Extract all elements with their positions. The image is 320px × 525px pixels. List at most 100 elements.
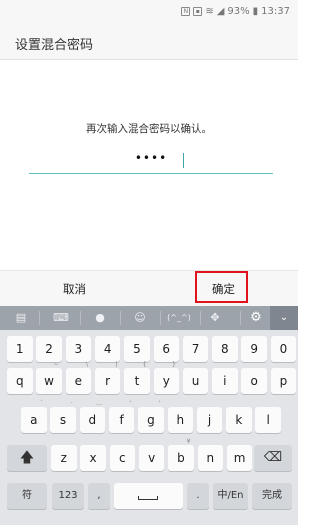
key-label: z: [60, 451, 67, 465]
key-4[interactable]: 4: [94, 336, 121, 362]
key-label: x: [89, 451, 97, 465]
move-cursor-icon[interactable]: ✥: [206, 309, 224, 327]
password-field[interactable]: ••••: [29, 150, 273, 174]
key-label: 123: [58, 490, 78, 501]
key-j[interactable]: j: [196, 407, 223, 433]
shift-key[interactable]: 🡅: [7, 445, 47, 471]
period-key[interactable]: .: [187, 483, 209, 509]
key-6[interactable]: 6: [153, 336, 179, 362]
key-label: j: [207, 413, 212, 427]
key-s[interactable]: s ·: [50, 399, 76, 433]
symbols-key[interactable]: 符: [7, 483, 47, 509]
status-icons: N ▪ ≋ ◢ 93% ▮ 13:37: [181, 6, 290, 17]
key-g[interactable]: g ': [138, 399, 164, 433]
status-bar: N ▪ ≋ ◢ 93% ▮ 13:37: [0, 0, 298, 24]
key-label: f: [119, 413, 124, 427]
toolbar-divider: [160, 311, 161, 325]
sim-icon: ▪: [193, 7, 203, 16]
backspace-icon: ⌫: [263, 450, 283, 465]
toolbar-divider: [240, 311, 241, 325]
done-key[interactable]: 完成: [252, 483, 292, 509]
key-sub-label: ¥: [186, 437, 191, 445]
key-l[interactable]: l: [255, 407, 281, 433]
key-y[interactable]: y}: [153, 360, 179, 394]
signal-icon: ◢: [216, 6, 225, 17]
key-v[interactable]: v: [138, 445, 165, 471]
key-o[interactable]: o: [241, 368, 267, 394]
key-label: u: [191, 374, 200, 388]
key-8[interactable]: 8: [212, 336, 238, 362]
key-1[interactable]: 1: [7, 336, 33, 362]
toolbar-divider: [39, 311, 40, 325]
key-7[interactable]: 7: [182, 336, 209, 362]
key-d[interactable]: d...: [79, 399, 106, 433]
key-sub-label: `: [40, 399, 44, 407]
confirm-button[interactable]: 确定: [149, 271, 298, 307]
key-c[interactable]: c: [109, 445, 136, 471]
space-key[interactable]: [114, 483, 183, 509]
key-u[interactable]: u: [182, 368, 209, 394]
key-a[interactable]: a `: [21, 399, 47, 433]
numbers-key[interactable]: 123: [52, 483, 84, 509]
kaomoji-icon[interactable]: (^_^): [165, 309, 193, 327]
key-t[interactable]: t{: [124, 360, 150, 394]
action-bar: 取消 确定: [0, 270, 298, 306]
key-k[interactable]: k: [226, 407, 252, 433]
key-9[interactable]: 9: [241, 336, 267, 362]
toolbar-divider: [80, 311, 81, 325]
key-label: a: [30, 413, 38, 427]
key-r[interactable]: r |: [94, 360, 121, 394]
key-z[interactable]: z: [51, 445, 77, 471]
key-label: p: [279, 374, 288, 388]
backspace-key[interactable]: ⌫: [254, 445, 292, 471]
key-label: h: [176, 413, 185, 427]
key-5[interactable]: 5: [124, 336, 150, 362]
key-label: 8: [221, 342, 229, 356]
key-f[interactable]: f ‘: [108, 399, 135, 433]
key-label: c: [119, 451, 126, 465]
key-label: 5: [133, 342, 141, 356]
key-label: g: [147, 413, 155, 427]
key-p[interactable]: p: [270, 368, 297, 394]
key-0[interactable]: 0: [270, 336, 297, 362]
key-2[interactable]: 2: [36, 336, 62, 362]
key-sub-label: ~: [53, 360, 59, 368]
key-q[interactable]: q: [7, 368, 33, 394]
language-switch-key[interactable]: 中/En: [213, 483, 248, 509]
key-label: v: [148, 451, 156, 465]
key-label: 中/En: [217, 490, 244, 501]
key-3[interactable]: 3: [65, 336, 92, 362]
clipboard-icon[interactable]: ▤: [12, 309, 30, 327]
text-cursor: [183, 153, 184, 168]
key-e[interactable]: e \: [65, 360, 92, 394]
keyboard-icon[interactable]: ⌨: [52, 309, 70, 327]
key-label: 9: [250, 342, 258, 356]
key-label: l: [266, 413, 270, 427]
key-n[interactable]: n: [197, 445, 223, 471]
key-x[interactable]: x: [80, 445, 106, 471]
key-label: ,: [97, 490, 101, 501]
key-label: r: [105, 374, 111, 388]
key-label: n: [206, 451, 215, 465]
key-label: 4: [103, 342, 112, 356]
key-w[interactable]: w ~: [36, 360, 62, 394]
key-sub-label: |: [115, 360, 118, 368]
collapse-button[interactable]: ⌄: [270, 306, 298, 330]
key-label: 6: [162, 342, 171, 356]
key-m[interactable]: m: [226, 445, 253, 471]
mic-icon[interactable]: ●: [91, 309, 109, 327]
key-i[interactable]: i: [212, 368, 238, 394]
settings-icon[interactable]: ⚙: [247, 309, 265, 327]
key-h[interactable]: h: [167, 407, 193, 433]
emoji-icon[interactable]: ☺: [131, 309, 149, 327]
key-label: t: [134, 374, 140, 388]
cancel-button[interactable]: 取消: [0, 271, 149, 307]
key-sub-label: ·: [70, 399, 73, 407]
key-label: 7: [191, 342, 200, 356]
confirm-prompt: 再次输入混合密码以确认。: [86, 123, 212, 135]
key-label: 2: [45, 342, 53, 356]
key-sub-label: ': [158, 399, 161, 407]
key-b[interactable]: b ¥: [168, 437, 194, 471]
comma-key[interactable]: ,: [88, 483, 110, 509]
key-label: 完成: [262, 490, 282, 501]
